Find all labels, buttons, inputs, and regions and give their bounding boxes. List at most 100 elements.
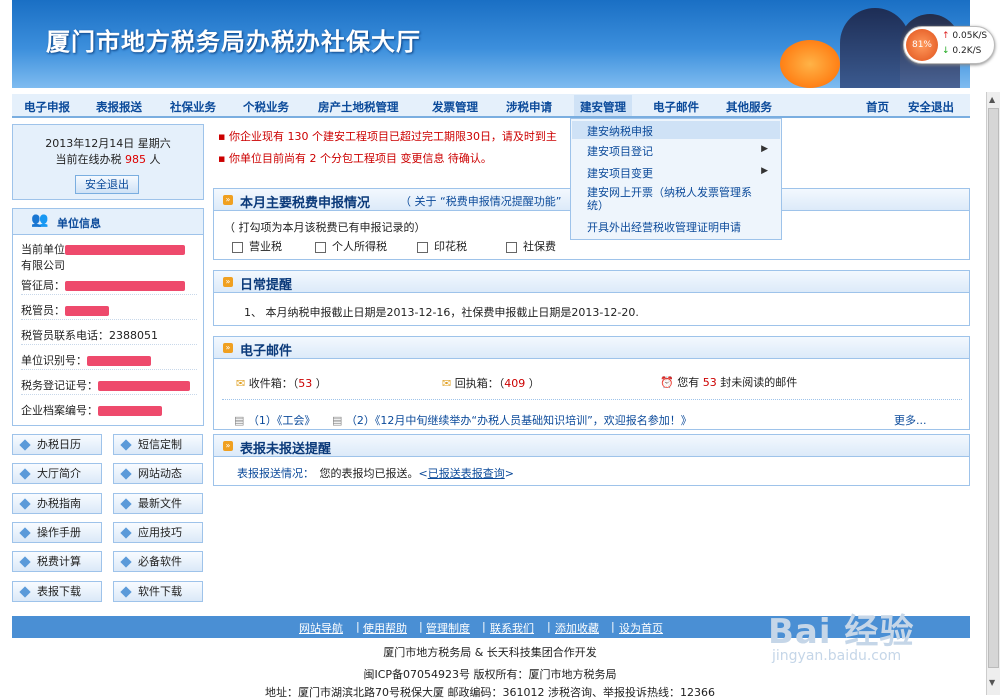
redacted-mark <box>98 381 190 391</box>
unread-mail-notice[interactable]: ⏰ 您有 53 封未阅读的邮件 <box>660 374 797 390</box>
online-count: 当前在线办税 985 人 <box>55 153 161 166</box>
submitted-report-query-link[interactable]: 已报送表报查询 <box>428 467 505 480</box>
download-speed: 0.2K/S <box>952 46 982 56</box>
nav-logout-link[interactable]: 安全退出 <box>908 99 954 115</box>
chevron-right-icon: ▶ <box>761 166 768 176</box>
document-icon: ▤ <box>234 414 245 427</box>
nav-item-other[interactable]: 其他服务 <box>726 99 772 115</box>
btn-tax-guide[interactable]: 办税指南 <box>12 493 102 514</box>
nav-item-property-tax[interactable]: 房产土地税管理 <box>318 99 399 115</box>
news-link-1[interactable]: ▤ （1）《工会》 <box>234 412 315 428</box>
btn-report-download[interactable]: 表报下载 <box>12 581 102 602</box>
logout-button[interactable]: 安全退出 <box>75 175 139 194</box>
checkbox-income-tax[interactable]: 个人所得税 <box>315 238 387 254</box>
network-speed-widget[interactable]: 81% ↑ 0.05K/S ↓ 0.2K/S <box>903 26 995 64</box>
document-icon: ▤ <box>332 414 343 427</box>
tax-hint: （ 打勾项为本月该税费已有申报记录的） <box>224 221 426 234</box>
daily-reminder-panel: » 日常提醒 1、 本月纳税申报截止日期是2013-12-16，社保费申报截止日期… <box>213 270 970 326</box>
nav-item-e-declare[interactable]: 电子申报 <box>24 99 70 115</box>
speed-percent: 81% <box>906 29 938 61</box>
footer-link-bookmark[interactable]: 添加收藏 <box>555 620 599 636</box>
btn-sms-custom[interactable]: 短信定制 <box>113 434 203 455</box>
diamond-icon <box>120 556 132 568</box>
officer-phone-row: 税管员联系电话：2388051 <box>21 327 197 345</box>
report-status: 表报报送情况： 您的表报均已报送。<已报送表报查询> <box>237 467 514 480</box>
panel-title: 日常提醒 <box>240 278 293 293</box>
footer-link-contact[interactable]: 联系我们 <box>490 620 534 636</box>
diamond-icon <box>120 439 132 451</box>
scrollbar-thumb[interactable] <box>988 108 999 668</box>
nav-item-construction[interactable]: 建安管理 <box>574 95 632 116</box>
menu-item-project-change[interactable]: 建安项目变更 ▶ <box>572 164 780 182</box>
notice-subcontract[interactable]: ▪ 你单位目前尚有 2 个分包工程项目 变更信息 待确认。 <box>218 150 492 166</box>
scroll-down-icon[interactable]: ▼ <box>989 678 995 687</box>
baidu-watermark: Bai 经验 jingyan.baidu.com <box>768 590 968 680</box>
nav-home-link[interactable]: 首页 <box>866 99 889 115</box>
diamond-icon <box>120 527 132 539</box>
receipt-box-link[interactable]: ✉ 回执箱：（409 ） <box>442 375 540 391</box>
scroll-up-icon[interactable]: ▲ <box>989 95 995 104</box>
nav-item-email[interactable]: 电子邮件 <box>653 99 699 115</box>
btn-tips[interactable]: 应用技巧 <box>113 522 203 543</box>
bullet-icon: » <box>223 277 233 287</box>
email-panel: » 电子邮件 ✉ 收件箱：（53 ） ✉ 回执箱：（409 ） ⏰ 您有 53 封… <box>213 336 970 430</box>
panel-title: 电子邮件 <box>240 344 293 359</box>
btn-required-software[interactable]: 必备软件 <box>113 551 203 572</box>
diamond-icon <box>120 586 132 598</box>
checkbox-stamp-tax[interactable]: 印花税 <box>417 238 467 254</box>
menu-item-outbound-cert[interactable]: 开具外出经营税收管理证明申请 <box>572 219 780 237</box>
redacted-mark <box>65 306 109 316</box>
nav-item-personal-tax[interactable]: 个税业务 <box>243 99 289 115</box>
diamond-icon <box>120 468 132 480</box>
checkbox-social-fee[interactable]: 社保费 <box>506 238 556 254</box>
inbox-link[interactable]: ✉ 收件箱：（53 ） <box>236 375 327 391</box>
more-link[interactable]: 更多... <box>894 412 927 428</box>
bullet-icon: » <box>223 343 233 353</box>
btn-latest-files[interactable]: 最新文件 <box>113 493 203 514</box>
nav-item-tax-apply[interactable]: 涉税申请 <box>506 99 552 115</box>
notice-overdue-projects[interactable]: ▪ 你企业现有 130 个建安工程项目已超过完工期限30日，请及时到主 <box>218 128 557 144</box>
checkbox-business-tax[interactable]: 营业税 <box>232 238 282 254</box>
bullet-icon: » <box>223 195 233 205</box>
unit-id-row: 单位识别号： <box>21 352 197 370</box>
unit-info-box: 👥 单位信息 当前单位 有限公司 管征局： 税管员： 税管员联系电话：2388051… <box>12 208 204 426</box>
watermark-url: jingyan.baidu.com <box>772 648 902 664</box>
diamond-icon <box>120 498 132 510</box>
archive-no-row: 企业档案编号： <box>21 402 197 420</box>
tax-officer-row: 税管员： <box>21 302 197 320</box>
tax-bureau-row: 管征局： <box>21 277 197 295</box>
header-banner: 厦门市地方税务局办税办社保大厅 <box>12 0 970 88</box>
tax-reminder-link[interactable]: （ 关于 “税费申报情况提醒功能” <box>400 193 561 209</box>
btn-tax-calc[interactable]: 税费计算 <box>12 551 102 572</box>
tax-reg-row: 税务登记证号： <box>21 377 197 395</box>
btn-manual[interactable]: 操作手册 <box>12 522 102 543</box>
news-link-2[interactable]: ▤ （2）《12月中旬继续举办“办税人员基础知识培训”，欢迎报名参加！》 <box>332 412 692 428</box>
menu-item-project-register[interactable]: 建安项目登记 ▶ <box>572 142 780 160</box>
menu-item-online-invoice[interactable]: 建安网上开票（纳税人发票管理系统） <box>572 186 780 214</box>
deadline-text: 1、 本月纳税申报截止日期是2013-12-16，社保费申报截止日期是2013-… <box>244 306 639 319</box>
envelope-icon: ✉ <box>236 377 246 390</box>
btn-hall-intro[interactable]: 大厅简介 <box>12 463 102 484</box>
footer-link-sitemap[interactable]: 网站导航 <box>299 620 343 636</box>
watermark-logo: Bai 经验 <box>768 612 915 652</box>
redacted-mark <box>87 356 151 366</box>
nav-item-report-submit[interactable]: 表报报送 <box>96 99 142 115</box>
btn-tax-calendar[interactable]: 办税日历 <box>12 434 102 455</box>
flower-decoration <box>780 40 840 88</box>
date-online-box: 2013年12月14日 星期六 当前在线办税 985 人 安全退出 <box>12 124 204 200</box>
bullet-icon: » <box>223 441 233 451</box>
current-unit-row: 当前单位 有限公司 <box>21 241 197 272</box>
footer-link-rules[interactable]: 管理制度 <box>426 620 470 636</box>
vertical-scrollbar[interactable]: ▲ ▼ <box>986 92 1000 695</box>
report-reminder-panel: » 表报未报送提醒 表报报送情况： 您的表报均已报送。<已报送表报查询> <box>213 434 970 486</box>
nav-item-social-security[interactable]: 社保业务 <box>170 99 216 115</box>
btn-software-download[interactable]: 软件下载 <box>113 581 203 602</box>
menu-item-construction-tax-declare[interactable]: 建安纳税申报 <box>572 121 780 139</box>
footer-link-homepage[interactable]: 设为首页 <box>619 620 663 636</box>
divider <box>222 399 962 400</box>
btn-site-news[interactable]: 网站动态 <box>113 463 203 484</box>
nav-item-invoice[interactable]: 发票管理 <box>432 99 478 115</box>
footer-link-help[interactable]: 使用帮助 <box>363 620 407 636</box>
redacted-mark <box>65 281 185 291</box>
upload-speed: 0.05K/S <box>952 31 988 41</box>
